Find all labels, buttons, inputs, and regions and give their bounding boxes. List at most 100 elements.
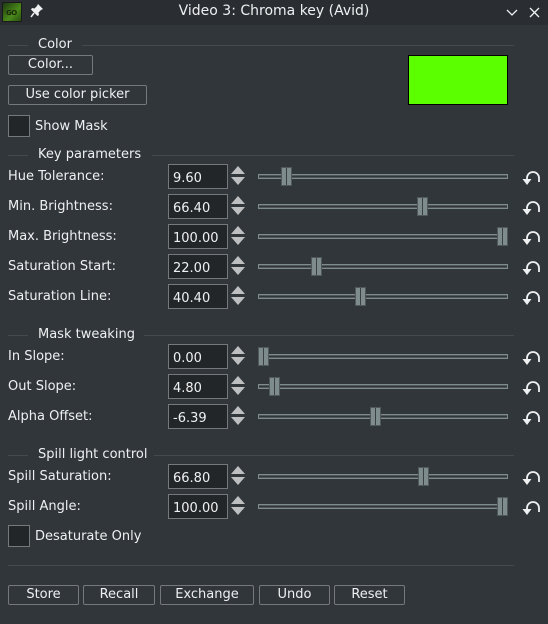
out-slope-spin-arrows[interactable] — [230, 375, 246, 397]
spin-up-icon[interactable] — [231, 286, 245, 294]
out-slope-label: Out Slope: — [8, 379, 77, 394]
slider-handle[interactable] — [269, 377, 280, 396]
spill-angle-spin-arrows[interactable] — [230, 495, 246, 517]
spill-angle-slider[interactable] — [258, 497, 508, 517]
in-slope-reset-icon[interactable] — [520, 348, 542, 368]
alpha-offset-slider[interactable] — [258, 407, 508, 427]
max-brightness-label: Max. Brightness: — [8, 229, 117, 244]
slider-track[interactable] — [258, 204, 508, 209]
desaturate-only-checkbox[interactable] — [8, 525, 30, 547]
use-color-picker-button[interactable]: Use color picker — [8, 85, 147, 105]
spin-down-icon[interactable] — [231, 387, 245, 395]
spin-up-icon[interactable] — [231, 346, 245, 354]
reset-button[interactable]: Reset — [334, 585, 405, 605]
color-group-title: Color — [38, 37, 72, 52]
saturation-line-reset-icon[interactable] — [520, 288, 542, 308]
slider-handle[interactable] — [497, 497, 508, 516]
spin-up-icon[interactable] — [231, 226, 245, 234]
exchange-button[interactable]: Exchange — [160, 585, 254, 605]
max-brightness-reset-icon[interactable] — [520, 228, 542, 248]
spin-up-icon[interactable] — [231, 166, 245, 174]
spin-up-icon[interactable] — [231, 256, 245, 264]
spin-up-icon[interactable] — [231, 466, 245, 474]
slider-track[interactable] — [258, 294, 508, 299]
recall-button[interactable]: Recall — [83, 585, 155, 605]
min-brightness-reset-icon[interactable] — [520, 198, 542, 218]
slider-track[interactable] — [258, 354, 508, 359]
slider-track[interactable] — [258, 414, 508, 419]
spin-up-icon[interactable] — [231, 376, 245, 384]
spin-down-icon[interactable] — [231, 177, 245, 185]
alpha-offset-reset-icon[interactable] — [520, 408, 542, 428]
slider-handle[interactable] — [355, 287, 366, 306]
alpha-offset-spinbox[interactable] — [168, 404, 228, 429]
spin-down-icon[interactable] — [231, 267, 245, 275]
spin-down-icon[interactable] — [231, 237, 245, 245]
spill-angle-spinbox[interactable] — [168, 494, 228, 519]
spin-up-icon[interactable] — [231, 406, 245, 414]
color-button[interactable]: Color... — [8, 55, 93, 75]
min-brightness-spinbox[interactable] — [168, 194, 228, 219]
saturation-line-slider[interactable] — [258, 287, 508, 307]
spill-saturation-slider[interactable] — [258, 467, 508, 487]
spin-down-icon[interactable] — [231, 507, 245, 515]
slider-track[interactable] — [258, 474, 508, 479]
slider-track[interactable] — [258, 264, 508, 269]
undo-button[interactable]: Undo — [259, 585, 330, 605]
alpha-offset-spin-arrows[interactable] — [230, 405, 246, 427]
in-slope-spinbox[interactable] — [168, 344, 228, 369]
spin-up-icon[interactable] — [231, 496, 245, 504]
saturation-start-spinbox[interactable] — [168, 254, 228, 279]
hue-tolerance-slider[interactable] — [258, 167, 508, 187]
spin-up-icon[interactable] — [231, 196, 245, 204]
in-slope-slider[interactable] — [258, 347, 508, 367]
close-button[interactable] — [524, 2, 544, 22]
max-brightness-spin-arrows[interactable] — [230, 225, 246, 247]
store-button[interactable]: Store — [8, 585, 79, 605]
slider-handle[interactable] — [418, 467, 429, 486]
slider-handle[interactable] — [370, 407, 381, 426]
slider-handle[interactable] — [281, 167, 292, 186]
out-slope-reset-icon[interactable] — [520, 378, 542, 398]
footer-divider — [8, 565, 514, 566]
desaturate-only-label: Desaturate Only — [35, 529, 142, 544]
saturation-start-label: Saturation Start: — [8, 259, 117, 274]
hue-tolerance-spinbox[interactable] — [168, 164, 228, 189]
color-swatch[interactable] — [408, 55, 508, 105]
spin-down-icon[interactable] — [231, 417, 245, 425]
slider-track[interactable] — [258, 234, 508, 239]
min-brightness-spin-arrows[interactable] — [230, 195, 246, 217]
spill-saturation-reset-icon[interactable] — [520, 468, 542, 488]
out-slope-slider[interactable] — [258, 377, 508, 397]
spill-saturation-spin-arrows[interactable] — [230, 465, 246, 487]
slider-track[interactable] — [258, 174, 508, 179]
group-divider — [154, 455, 514, 456]
hue-tolerance-reset-icon[interactable] — [520, 168, 542, 188]
max-brightness-spinbox[interactable] — [168, 224, 228, 249]
slider-track[interactable] — [258, 504, 508, 509]
spin-down-icon[interactable] — [231, 477, 245, 485]
saturation-start-reset-icon[interactable] — [520, 258, 542, 278]
slider-handle[interactable] — [417, 197, 428, 216]
spill-saturation-spinbox[interactable] — [168, 464, 228, 489]
saturation-start-slider[interactable] — [258, 257, 508, 277]
in-slope-spin-arrows[interactable] — [230, 345, 246, 367]
group-divider — [82, 45, 514, 46]
out-slope-spinbox[interactable] — [168, 374, 228, 399]
saturation-line-spin-arrows[interactable] — [230, 285, 246, 307]
slider-handle[interactable] — [258, 347, 269, 366]
spill-angle-reset-icon[interactable] — [520, 498, 542, 518]
spin-down-icon[interactable] — [231, 357, 245, 365]
min-brightness-slider[interactable] — [258, 197, 508, 217]
slider-track[interactable] — [258, 384, 508, 389]
hue-tolerance-spin-arrows[interactable] — [230, 165, 246, 187]
slider-handle[interactable] — [497, 227, 508, 246]
slider-handle[interactable] — [311, 257, 322, 276]
minimize-button[interactable] — [502, 2, 522, 22]
spin-down-icon[interactable] — [231, 297, 245, 305]
max-brightness-slider[interactable] — [258, 227, 508, 247]
saturation-start-spin-arrows[interactable] — [230, 255, 246, 277]
show-mask-checkbox[interactable] — [8, 115, 30, 137]
spin-down-icon[interactable] — [231, 207, 245, 215]
saturation-line-spinbox[interactable] — [168, 284, 228, 309]
